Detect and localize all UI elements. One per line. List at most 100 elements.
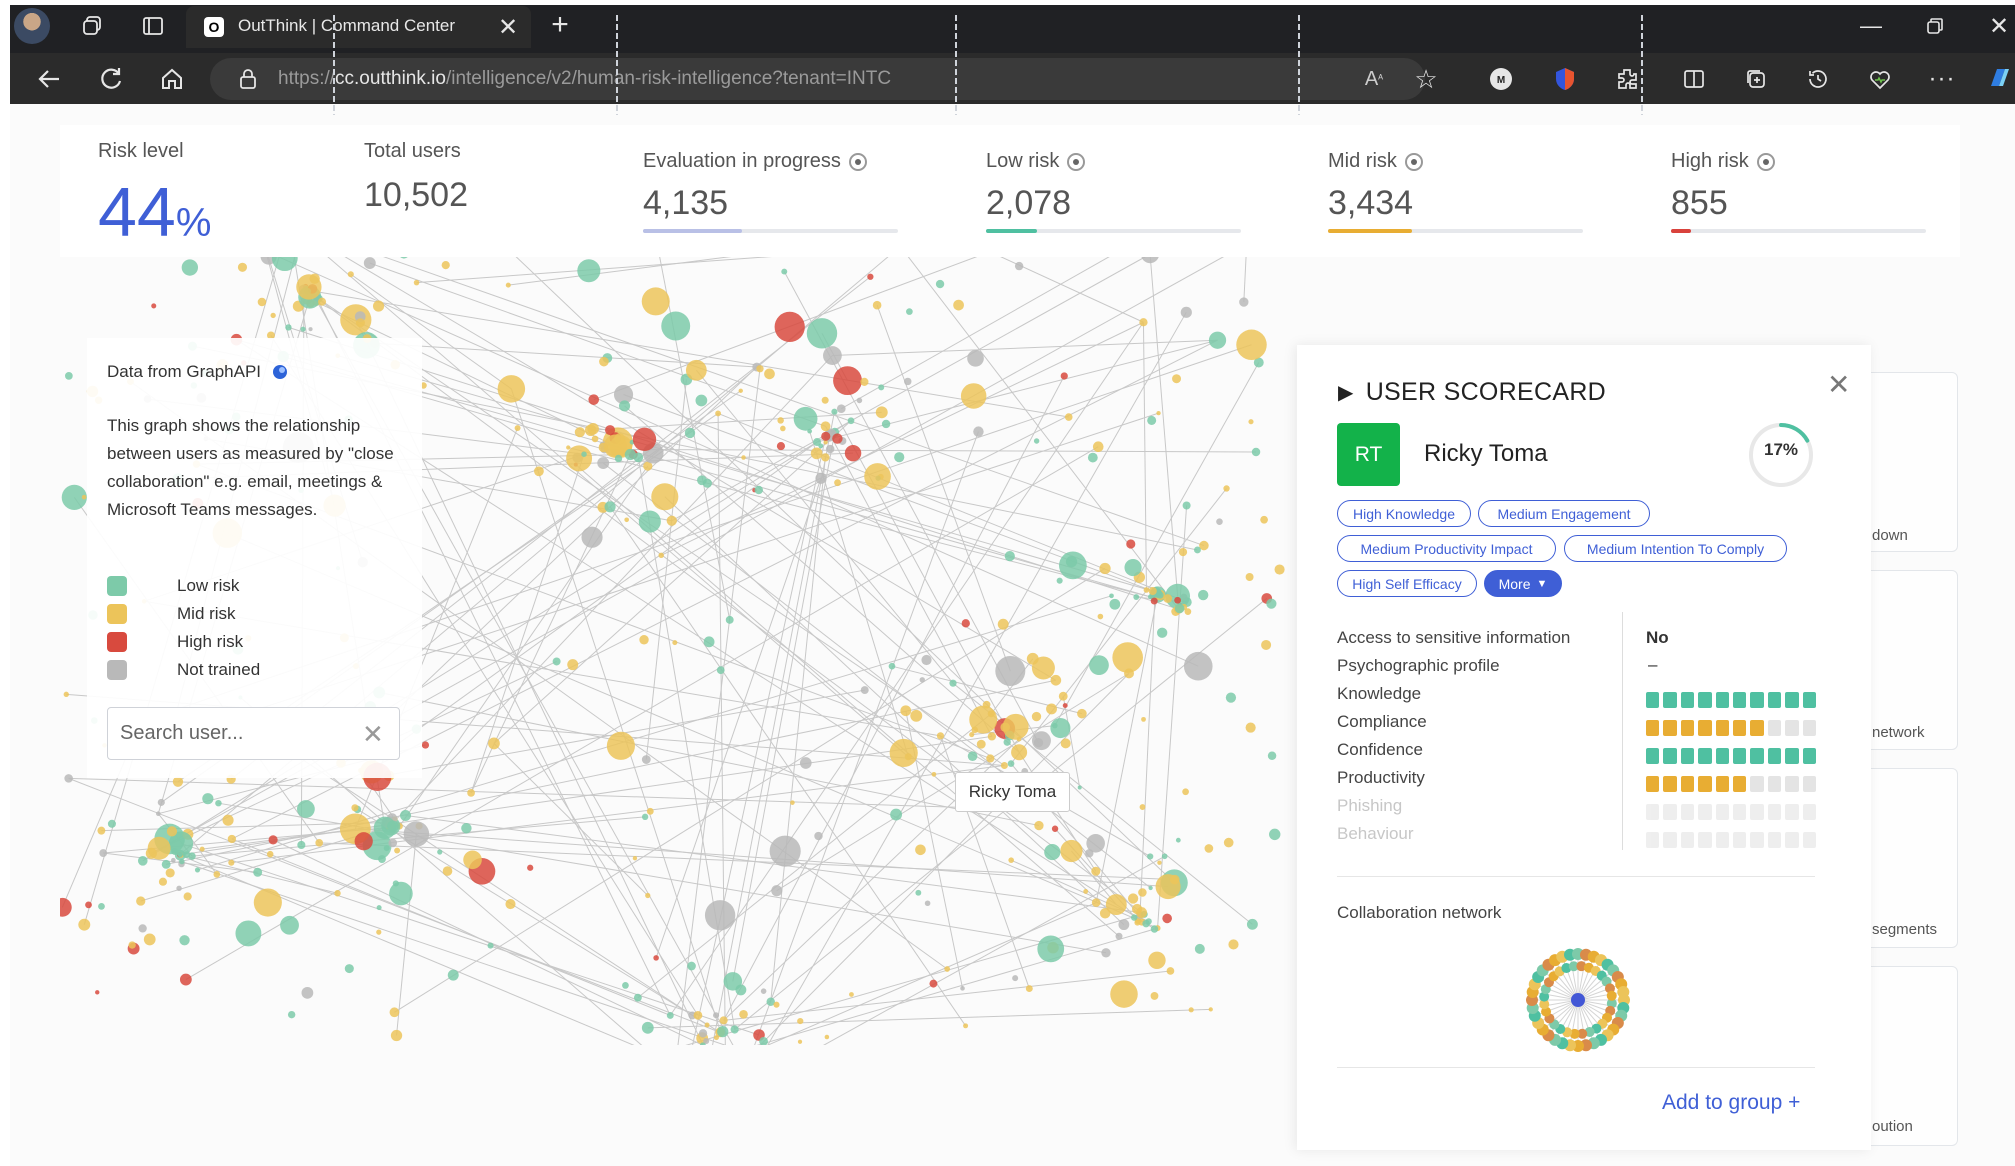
graph-node[interactable] [684,427,696,439]
graph-node[interactable] [1058,691,1068,701]
graph-node[interactable] [394,847,401,854]
graph-node[interactable] [1223,837,1234,848]
graph-node[interactable] [591,435,599,443]
graph-node[interactable] [107,819,116,828]
graph-node[interactable] [505,282,511,288]
graph-node[interactable] [1050,717,1071,739]
graph-node[interactable] [296,274,322,300]
graph-node[interactable] [797,1039,803,1044]
graph-node[interactable] [1109,593,1114,599]
graph-node[interactable] [921,654,932,666]
graph-node[interactable] [864,463,891,490]
graph-node[interactable] [176,885,182,892]
graph-node[interactable] [467,789,475,797]
refresh-icon[interactable] [96,64,126,94]
graph-node[interactable] [1112,642,1143,673]
graph-node[interactable] [935,279,945,289]
graph-node[interactable] [719,1016,728,1025]
graph-node[interactable] [222,814,234,826]
graph-node[interactable] [915,844,926,856]
graph-node[interactable] [514,425,521,432]
graph-node[interactable] [389,881,413,906]
graph-node[interactable] [143,933,156,946]
graph-node[interactable] [1148,951,1166,970]
graph-node[interactable] [461,823,472,834]
tag-high-knowledge[interactable]: High Knowledge [1337,500,1471,527]
collections-icon[interactable] [1742,65,1770,93]
graph-node[interactable] [614,454,623,463]
graph-node[interactable] [867,273,874,280]
graph-node[interactable] [183,851,191,859]
graph-node[interactable] [995,656,1026,687]
graph-node[interactable] [1198,589,1209,601]
graph-node[interactable] [1087,452,1098,463]
scorecard-title[interactable]: ▶ USER SCORECARD [1338,378,1606,407]
graph-node[interactable] [1141,716,1146,722]
graph-node[interactable] [253,888,282,917]
graph-node[interactable] [315,839,324,847]
graph-node[interactable] [447,969,459,981]
more-menu-icon[interactable]: ··· [1928,65,1956,93]
graph-node[interactable] [351,804,359,812]
graph-node[interactable] [823,346,842,365]
graph-node[interactable] [1091,866,1101,876]
graph-node[interactable] [790,800,795,805]
graph-node[interactable] [95,990,100,995]
graph-node[interactable] [713,1035,719,1041]
graph-node[interactable] [1000,762,1008,770]
graph-node[interactable] [969,705,998,734]
graph-node[interactable] [1044,843,1061,861]
graph-node[interactable] [228,859,235,866]
graph-node[interactable] [488,737,500,750]
graph-node[interactable] [717,1025,729,1038]
graph-node[interactable] [1091,898,1101,907]
graph-node[interactable] [1124,558,1142,577]
graph-node[interactable] [931,771,937,777]
graph-node[interactable] [1194,546,1201,554]
graph-node[interactable] [738,388,743,393]
graph-node[interactable] [967,751,978,761]
graph-node[interactable] [769,835,801,867]
graph-node[interactable] [1156,410,1161,416]
graph-node[interactable] [1127,893,1139,904]
graph-node[interactable] [1062,703,1068,709]
workspaces-icon[interactable] [80,13,106,39]
graph-node[interactable] [1261,639,1272,650]
graph-node[interactable] [403,821,430,847]
graph-node[interactable] [704,900,736,931]
graph-node[interactable] [889,738,918,768]
graph-node[interactable] [1194,943,1205,954]
graph-node[interactable] [270,312,276,319]
graph-node[interactable] [179,858,185,865]
split-screen-icon[interactable] [1680,65,1708,93]
graph-node[interactable] [797,1017,804,1025]
graph-node[interactable] [138,924,147,933]
lock-icon[interactable] [236,67,260,91]
graph-node[interactable] [400,810,411,822]
graph-node[interactable] [172,776,184,787]
graph-node[interactable] [1126,539,1136,549]
graph-node[interactable] [237,262,248,272]
graph-node[interactable] [646,807,654,815]
graph-node[interactable] [318,297,327,306]
graph-node[interactable] [355,318,365,328]
graph-node[interactable] [552,657,561,666]
graph-node[interactable] [1092,441,1104,453]
graph-node[interactable] [973,426,984,437]
graph-node[interactable] [929,979,938,988]
graph-node[interactable] [1004,551,1015,562]
graph-node[interactable] [814,831,823,841]
graph-node[interactable] [624,517,630,523]
graph-node[interactable] [257,297,267,307]
graph-node[interactable] [1109,598,1121,610]
graph-node[interactable] [777,417,784,424]
graph-node[interactable] [1139,804,1146,810]
graph-node[interactable] [645,892,651,899]
graph-node[interactable] [1150,925,1159,933]
graph-node[interactable] [1089,655,1109,675]
collapse-triangle-icon[interactable]: ▶ [1338,380,1354,405]
graph-node[interactable] [810,447,823,460]
tag-medium-intention-to-comply[interactable]: Medium Intention To Comply [1564,535,1787,562]
graph-node[interactable] [872,300,882,310]
graph-node[interactable] [1251,447,1261,457]
